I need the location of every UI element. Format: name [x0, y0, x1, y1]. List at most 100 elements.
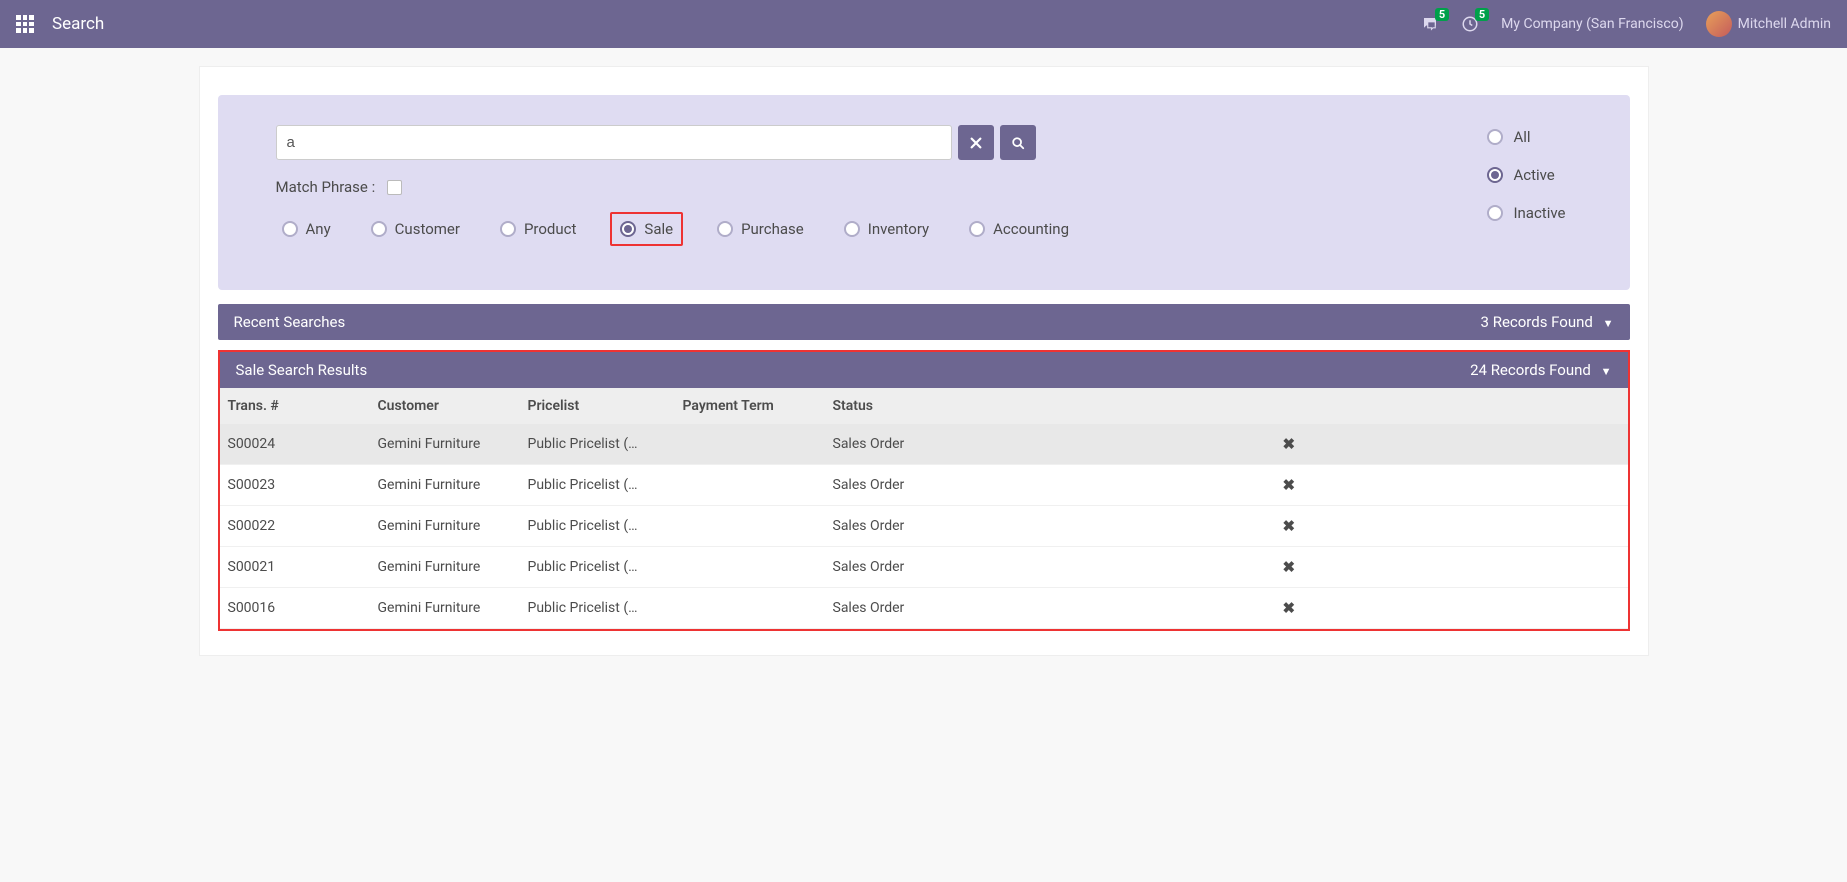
- recent-searches-title: Recent Searches: [234, 313, 346, 331]
- page-title: Search: [52, 14, 104, 34]
- results-table: Trans. # Customer Pricelist Payment Term…: [220, 388, 1628, 629]
- radio-circle: [500, 221, 516, 237]
- cell-customer: Gemini Furniture: [370, 424, 520, 465]
- cell-pricelist: Public Pricelist (…: [520, 424, 675, 465]
- navbar: Search 5 5 My Company (San Francisco) Mi…: [0, 0, 1847, 48]
- avatar: [1706, 11, 1732, 37]
- delete-icon[interactable]: ✖: [1283, 517, 1296, 535]
- radio-active[interactable]: Active: [1481, 163, 1571, 187]
- user-menu[interactable]: Mitchell Admin: [1706, 11, 1831, 37]
- cell-pricelist: Public Pricelist (…: [520, 547, 675, 588]
- radio-circle: [969, 221, 985, 237]
- table-row[interactable]: S00021Gemini FurniturePublic Pricelist (…: [220, 547, 1628, 588]
- radio-all[interactable]: All: [1481, 125, 1571, 149]
- col-header-trans[interactable]: Trans. #: [220, 388, 370, 424]
- radio-circle: [371, 221, 387, 237]
- radio-product[interactable]: Product: [494, 217, 582, 241]
- table-row[interactable]: S00016Gemini FurniturePublic Pricelist (…: [220, 588, 1628, 629]
- search-panel: Match Phrase : Any Customer Product: [218, 95, 1630, 290]
- activities-icon[interactable]: 5: [1461, 15, 1479, 33]
- cell-pricelist: Public Pricelist (…: [520, 506, 675, 547]
- cell-status: Sales Order: [825, 424, 1275, 465]
- radio-inventory[interactable]: Inventory: [838, 217, 935, 241]
- activities-badge: 5: [1475, 8, 1489, 21]
- messages-badge: 5: [1435, 8, 1449, 21]
- messages-icon[interactable]: 5: [1421, 15, 1439, 33]
- match-phrase-label: Match Phrase :: [276, 178, 376, 196]
- radio-label: Inactive: [1513, 204, 1565, 222]
- delete-icon[interactable]: ✖: [1283, 599, 1296, 617]
- clear-button[interactable]: [958, 125, 994, 160]
- delete-icon[interactable]: ✖: [1283, 558, 1296, 576]
- cell-payment-term: [675, 588, 825, 629]
- cell-payment-term: [675, 465, 825, 506]
- radio-label: All: [1513, 128, 1530, 146]
- cell-trans: S00021: [220, 547, 370, 588]
- company-selector[interactable]: My Company (San Francisco): [1501, 16, 1683, 32]
- cell-trans: S00022: [220, 506, 370, 547]
- cell-trans: S00023: [220, 465, 370, 506]
- user-name: Mitchell Admin: [1738, 16, 1831, 32]
- cell-status: Sales Order: [825, 588, 1275, 629]
- cell-payment-term: [675, 506, 825, 547]
- company-name: My Company (San Francisco): [1501, 16, 1683, 32]
- radio-customer[interactable]: Customer: [365, 217, 466, 241]
- results-count: 24 Records Found: [1470, 361, 1591, 379]
- cell-payment-term: [675, 424, 825, 465]
- col-header-status[interactable]: Status: [825, 388, 1275, 424]
- caret-down-icon: ▼: [1603, 317, 1614, 330]
- cell-pricelist: Public Pricelist (…: [520, 465, 675, 506]
- radio-label: Active: [1513, 166, 1554, 184]
- col-header-customer[interactable]: Customer: [370, 388, 520, 424]
- table-row[interactable]: S00024Gemini FurniturePublic Pricelist (…: [220, 424, 1628, 465]
- match-phrase-checkbox[interactable]: [387, 180, 402, 195]
- main-container: Match Phrase : Any Customer Product: [199, 66, 1649, 656]
- cell-customer: Gemini Furniture: [370, 547, 520, 588]
- radio-label: Accounting: [993, 220, 1069, 238]
- cell-pricelist: Public Pricelist (…: [520, 588, 675, 629]
- table-row[interactable]: S00022Gemini FurniturePublic Pricelist (…: [220, 506, 1628, 547]
- delete-icon[interactable]: ✖: [1283, 435, 1296, 453]
- radio-label: Customer: [395, 220, 460, 238]
- radio-circle: [620, 221, 636, 237]
- recent-searches-count: 3 Records Found: [1481, 313, 1593, 331]
- delete-icon[interactable]: ✖: [1283, 476, 1296, 494]
- radio-sale[interactable]: Sale: [610, 212, 683, 246]
- radio-circle: [282, 221, 298, 237]
- radio-inactive[interactable]: Inactive: [1481, 201, 1571, 225]
- cell-customer: Gemini Furniture: [370, 588, 520, 629]
- recent-searches-header[interactable]: Recent Searches 3 Records Found ▼: [218, 304, 1630, 340]
- results-title: Sale Search Results: [236, 361, 368, 379]
- search-input[interactable]: [276, 125, 952, 160]
- col-header-pricelist[interactable]: Pricelist: [520, 388, 675, 424]
- caret-down-icon: ▼: [1601, 365, 1612, 378]
- apps-icon[interactable]: [16, 15, 34, 33]
- col-header-payment-term[interactable]: Payment Term: [675, 388, 825, 424]
- radio-accounting[interactable]: Accounting: [963, 217, 1075, 241]
- radio-label: Any: [306, 220, 331, 238]
- results-section: Sale Search Results 24 Records Found ▼ T…: [218, 350, 1630, 631]
- results-header[interactable]: Sale Search Results 24 Records Found ▼: [220, 352, 1628, 388]
- radio-circle: [844, 221, 860, 237]
- cell-customer: Gemini Furniture: [370, 506, 520, 547]
- cell-status: Sales Order: [825, 547, 1275, 588]
- radio-circle: [1487, 205, 1503, 221]
- radio-any[interactable]: Any: [276, 217, 337, 241]
- cell-payment-term: [675, 547, 825, 588]
- table-row[interactable]: S00023Gemini FurniturePublic Pricelist (…: [220, 465, 1628, 506]
- cell-customer: Gemini Furniture: [370, 465, 520, 506]
- cell-status: Sales Order: [825, 506, 1275, 547]
- radio-circle: [1487, 129, 1503, 145]
- search-button[interactable]: [1000, 125, 1036, 160]
- col-header-action: [1275, 388, 1628, 424]
- cell-trans: S00016: [220, 588, 370, 629]
- cell-trans: S00024: [220, 424, 370, 465]
- radio-label: Product: [524, 220, 576, 238]
- radio-circle: [717, 221, 733, 237]
- radio-label: Sale: [644, 220, 673, 238]
- radio-label: Purchase: [741, 220, 804, 238]
- cell-status: Sales Order: [825, 465, 1275, 506]
- radio-label: Inventory: [868, 220, 929, 238]
- radio-purchase[interactable]: Purchase: [711, 217, 810, 241]
- radio-circle: [1487, 167, 1503, 183]
